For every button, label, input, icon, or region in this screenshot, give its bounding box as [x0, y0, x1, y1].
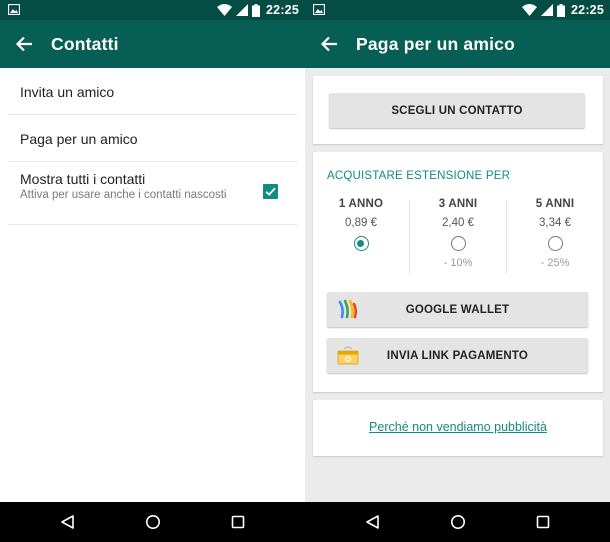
- invite-friend-label: Invita un amico: [20, 84, 115, 100]
- section-title: ACQUISTARE ESTENSIONE PER: [327, 170, 511, 182]
- nav-back-icon[interactable]: [60, 514, 76, 530]
- plan-discount: - 10%: [443, 257, 473, 269]
- pay-for-friend-label: Paga per un amico: [20, 131, 138, 147]
- signal-icon: [236, 4, 249, 16]
- pay-for-friend-screen: 22:25 Paga per un amico SCEGLI UN CONTAT…: [305, 0, 610, 542]
- gallery-icon: [313, 4, 325, 15]
- navigation-bar: [305, 502, 610, 542]
- wifi-icon: [217, 4, 233, 16]
- plan-5-years[interactable]: 5 ANNI 3,34 € - 25%: [507, 198, 603, 274]
- nav-recents-icon[interactable]: [230, 514, 246, 530]
- status-time: 22:25: [571, 3, 604, 17]
- system-icons: 22:25: [217, 2, 299, 18]
- choose-contact-button[interactable]: SCEGLI UN CONTATTO: [329, 93, 585, 128]
- settings-list: Invita un amico Paga per un amico Mostra…: [0, 68, 305, 225]
- send-payment-link-label: INVIA LINK PAGAMENTO: [386, 349, 529, 362]
- plan-name: 1 ANNO: [338, 198, 384, 210]
- plan-radio[interactable]: [547, 236, 563, 251]
- battery-icon: [557, 3, 566, 17]
- contacts-settings-screen: 22:25 Contatti Invita un amico Paga per …: [0, 0, 305, 542]
- plan-price: 0,89 €: [345, 217, 377, 229]
- google-wallet-icon: [338, 299, 358, 319]
- show-all-contacts-checkbox[interactable]: [263, 184, 278, 199]
- pay-for-friend-item[interactable]: Paga per un amico: [0, 115, 305, 161]
- nav-home-icon[interactable]: [450, 514, 466, 530]
- plan-radio-selected[interactable]: [353, 236, 369, 251]
- purchase-card: ACQUISTARE ESTENSIONE PER 1 ANNO 0,89 € …: [313, 152, 603, 392]
- page-title: Contatti: [51, 34, 119, 54]
- nav-home-icon[interactable]: [145, 514, 161, 530]
- plan-radio[interactable]: [450, 236, 466, 251]
- nav-recents-icon[interactable]: [535, 514, 551, 530]
- checkbox-checked-icon: [265, 187, 276, 196]
- google-wallet-button[interactable]: GOOGLE WALLET: [327, 292, 588, 327]
- system-icons: 22:25: [522, 2, 604, 18]
- navigation-bar: [0, 502, 305, 542]
- app-bar: Contatti: [0, 20, 305, 68]
- wifi-icon: [522, 4, 538, 16]
- plan-discount: - 25%: [540, 257, 570, 269]
- show-all-contacts-item[interactable]: Mostra tutti i contatti Attiva per usare…: [0, 162, 305, 224]
- ads-info-card: Perché non vendiamo pubblicità: [313, 400, 603, 456]
- why-no-ads-link[interactable]: Perché non vendiamo pubblicità: [313, 420, 603, 434]
- plan-1-year[interactable]: 1 ANNO 0,89 €: [313, 198, 409, 274]
- google-wallet-label: GOOGLE WALLET: [405, 303, 510, 316]
- show-all-contacts-description: Attiva per usare anche i contatti nascos…: [20, 189, 227, 201]
- status-bar: 22:25: [305, 0, 610, 20]
- payment-link-icon: [337, 346, 359, 365]
- back-arrow-icon[interactable]: [319, 34, 339, 54]
- plan-3-years[interactable]: 3 ANNI 2,40 € - 10%: [410, 198, 506, 274]
- status-bar: 22:25: [0, 0, 305, 20]
- battery-icon: [252, 3, 261, 17]
- root: 22:25 Contatti Invita un amico Paga per …: [0, 0, 610, 542]
- choose-contact-card: SCEGLI UN CONTATTO: [313, 76, 603, 144]
- divider: [8, 224, 297, 225]
- nav-back-icon[interactable]: [365, 514, 381, 530]
- plan-name: 5 ANNI: [535, 198, 575, 210]
- gallery-icon: [8, 4, 20, 15]
- app-bar: Paga per un amico: [305, 20, 610, 68]
- show-all-contacts-label: Mostra tutti i contatti: [20, 171, 146, 187]
- back-arrow-icon[interactable]: [14, 34, 34, 54]
- signal-icon: [541, 4, 554, 16]
- plan-price: 3,34 €: [539, 217, 571, 229]
- send-payment-link-button[interactable]: INVIA LINK PAGAMENTO: [327, 338, 588, 373]
- page-title: Paga per un amico: [356, 34, 516, 54]
- plan-name: 3 ANNI: [438, 198, 478, 210]
- invite-friend-item[interactable]: Invita un amico: [0, 68, 305, 114]
- status-time: 22:25: [266, 3, 299, 17]
- plan-price: 2,40 €: [442, 217, 474, 229]
